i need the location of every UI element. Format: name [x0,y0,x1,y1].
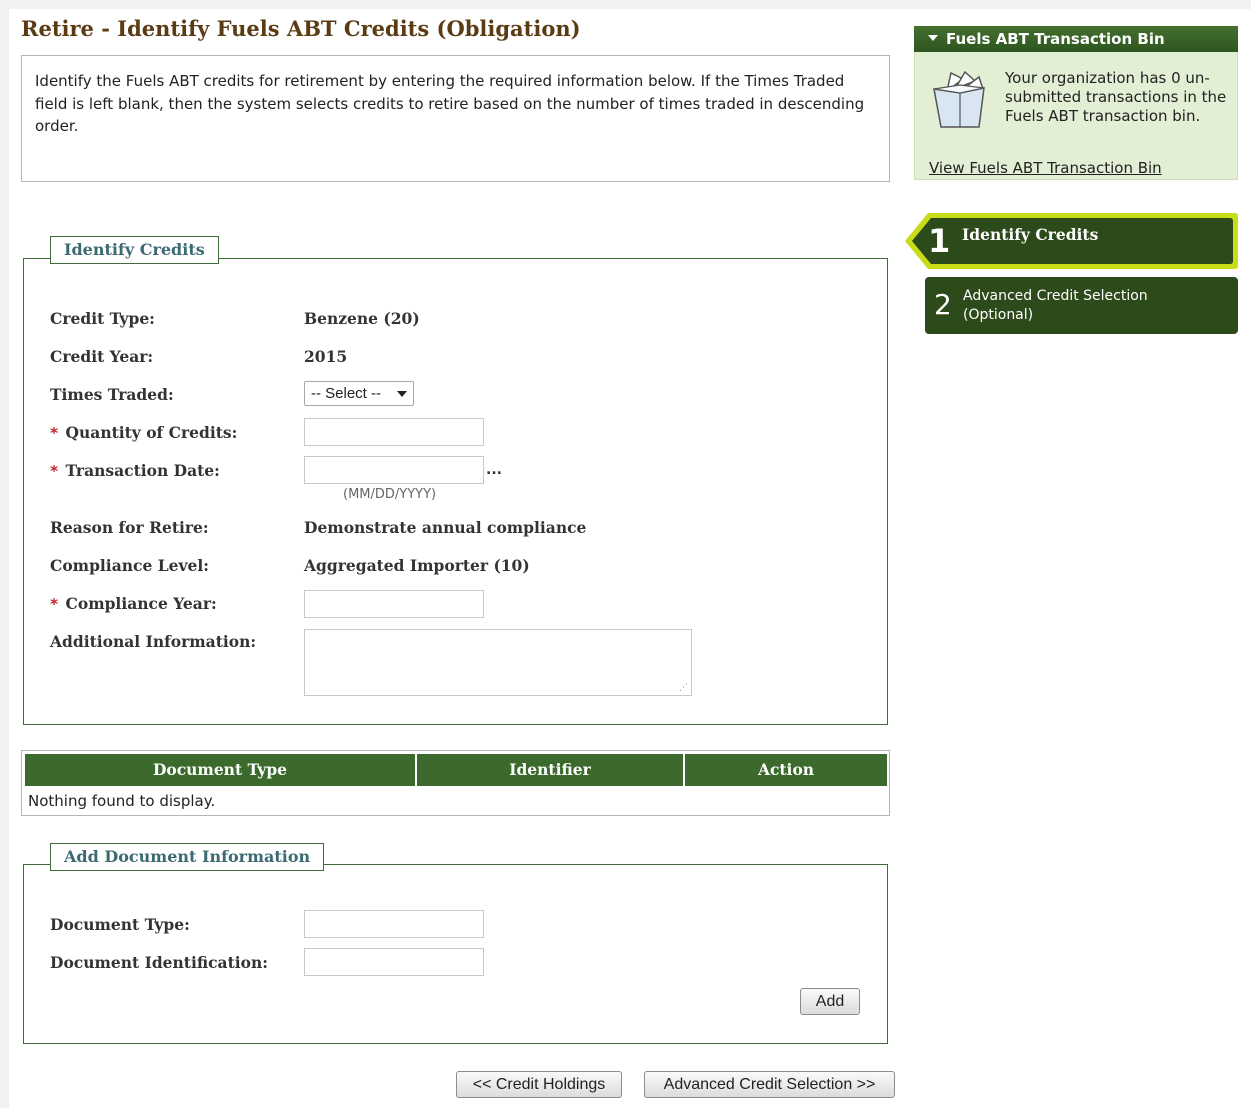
left-border-strip [0,0,9,1108]
date-format-hint: (MM/DD/YYYY) [343,487,437,502]
compliance-level-value: Aggregated Importer (10) [304,556,530,575]
step-2-label-line2: (Optional) [963,307,1034,323]
step-2-label-line1: Advanced Credit Selection [963,288,1148,304]
credit-year-value: 2015 [304,347,348,366]
column-header-document-type: Document Type [25,754,417,786]
instructions-box: Identify the Fuels ABT credits for retir… [21,55,890,182]
top-border-strip [0,0,1251,9]
resize-grip-icon[interactable]: ⋰ [679,683,688,693]
documents-empty-message: Nothing found to display. [28,792,216,810]
column-header-identifier: Identifier [417,754,685,786]
advanced-credit-selection-button[interactable]: Advanced Credit Selection >> [644,1071,895,1098]
compliance-year-label-text: Compliance Year: [65,594,217,613]
times-traded-select[interactable]: -- Select -- [304,381,414,406]
instructions-text: Identify the Fuels ABT credits for retir… [35,72,865,135]
reason-value: Demonstrate annual compliance [304,518,587,537]
step-2-advanced-credit-selection[interactable]: 2 Advanced Credit Selection (Optional) [925,277,1238,334]
transaction-date-label: * Transaction Date: [50,461,220,480]
credit-type-label: Credit Type: [50,309,155,328]
compliance-year-input[interactable] [304,590,484,618]
required-marker: * [50,462,59,480]
transaction-bin-header[interactable]: Fuels ABT Transaction Bin [914,26,1238,52]
additional-info-textarea[interactable]: ⋰ [304,629,692,696]
quantity-label-text: Quantity of Credits: [65,423,238,442]
compliance-year-label: * Compliance Year: [50,594,217,613]
add-document-legend: Add Document Information [50,843,325,871]
view-transaction-bin-link[interactable]: View Fuels ABT Transaction Bin [929,159,1162,177]
additional-info-label: Additional Information: [50,632,257,651]
documents-table-header: Document Type Identifier Action [25,754,887,786]
required-marker: * [50,595,59,613]
credit-holdings-button[interactable]: << Credit Holdings [456,1071,622,1098]
documents-table: Document Type Identifier Action Nothing … [21,750,890,816]
document-identification-label: Document Identification: [50,953,268,972]
column-header-action: Action [685,754,887,786]
quantity-input[interactable] [304,418,484,446]
times-traded-selected-value: -- Select -- [311,385,382,402]
times-traded-label: Times Traded: [50,385,174,404]
transaction-date-input[interactable] [304,456,484,484]
compliance-level-label: Compliance Level: [50,556,209,575]
reason-label: Reason for Retire: [50,518,209,537]
step-2-number: 2 [934,288,952,321]
document-type-label: Document Type: [50,915,190,934]
page-title: Retire - Identify Fuels ABT Credits (Obl… [21,16,581,41]
date-picker-button[interactable]: ... [486,462,502,478]
quantity-label: * Quantity of Credits: [50,423,237,442]
transaction-box-icon [933,71,985,128]
transaction-bin-panel: Fuels ABT Transaction Bin Your organizat… [914,26,1238,180]
credit-type-value: Benzene (20) [304,309,420,328]
step-1-number: 1 [928,222,951,260]
collapse-triangle-icon [928,34,938,41]
transaction-bin-title: Fuels ABT Transaction Bin [946,30,1165,48]
transaction-date-label-text: Transaction Date: [65,461,220,480]
required-marker: * [50,424,59,442]
transaction-bin-message: Your organization has 0 un-submitted tra… [1005,69,1227,125]
step-1-label: Identify Credits [962,225,1099,244]
document-identification-input[interactable] [304,948,484,976]
chevron-down-icon [397,391,407,397]
add-document-button[interactable]: Add [800,988,860,1015]
identify-credits-legend: Identify Credits [50,236,219,264]
credit-year-label: Credit Year: [50,347,154,366]
document-type-input[interactable] [304,910,484,938]
